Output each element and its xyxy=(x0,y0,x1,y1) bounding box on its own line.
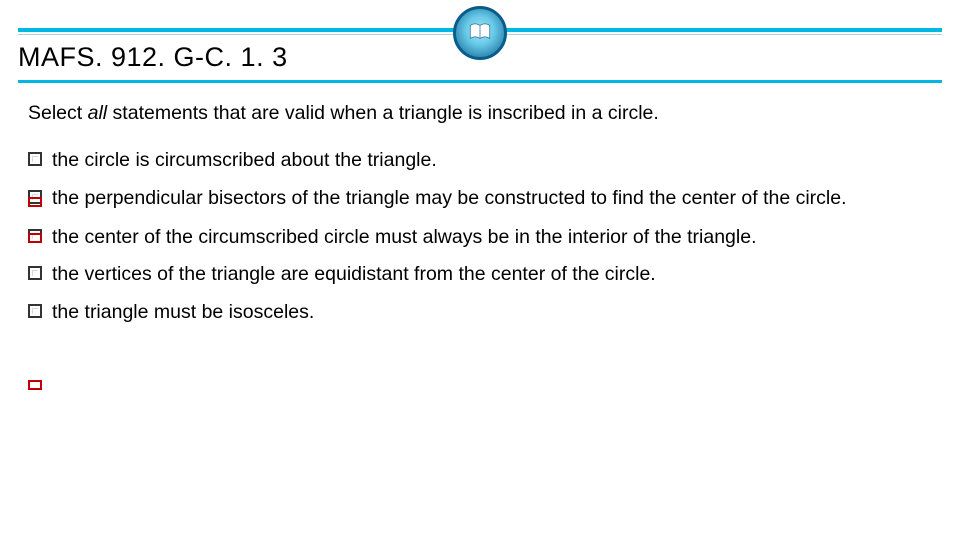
red-annotation-box xyxy=(28,197,42,207)
option-text: the triangle must be isosceles. xyxy=(52,301,314,323)
option-text: the vertices of the triangle are equidis… xyxy=(52,263,656,285)
district-logo xyxy=(453,6,507,60)
prompt-post: statements that are valid when a triangl… xyxy=(107,102,659,124)
option-5: the triangle must be isosceles. xyxy=(28,300,932,325)
prompt-pre: Select xyxy=(28,102,88,124)
question-content: Select all statements that are valid whe… xyxy=(28,100,932,337)
prompt-emphasis: all xyxy=(88,102,108,124)
checkbox-icon[interactable] xyxy=(28,152,42,166)
question-prompt: Select all statements that are valid whe… xyxy=(28,100,932,126)
option-text: the circle is circumscribed about the tr… xyxy=(52,149,437,171)
checkbox-icon[interactable] xyxy=(28,304,42,318)
option-4: the vertices of the triangle are equidis… xyxy=(28,262,932,287)
options-list: the circle is circumscribed about the tr… xyxy=(28,148,932,325)
option-text: the center of the circumscribed circle m… xyxy=(52,226,757,248)
option-1: the circle is circumscribed about the tr… xyxy=(28,148,932,173)
option-2: the perpendicular bisectors of the trian… xyxy=(28,186,932,211)
red-annotation-box xyxy=(28,380,42,390)
book-icon xyxy=(467,20,493,46)
title-underline xyxy=(18,80,942,83)
option-text: the perpendicular bisectors of the trian… xyxy=(52,187,847,209)
option-3: the center of the circumscribed circle m… xyxy=(28,225,932,250)
checkbox-icon[interactable] xyxy=(28,266,42,280)
standard-code-title: MAFS. 912. G-C. 1. 3 xyxy=(18,42,288,73)
red-annotation-box xyxy=(28,233,42,243)
